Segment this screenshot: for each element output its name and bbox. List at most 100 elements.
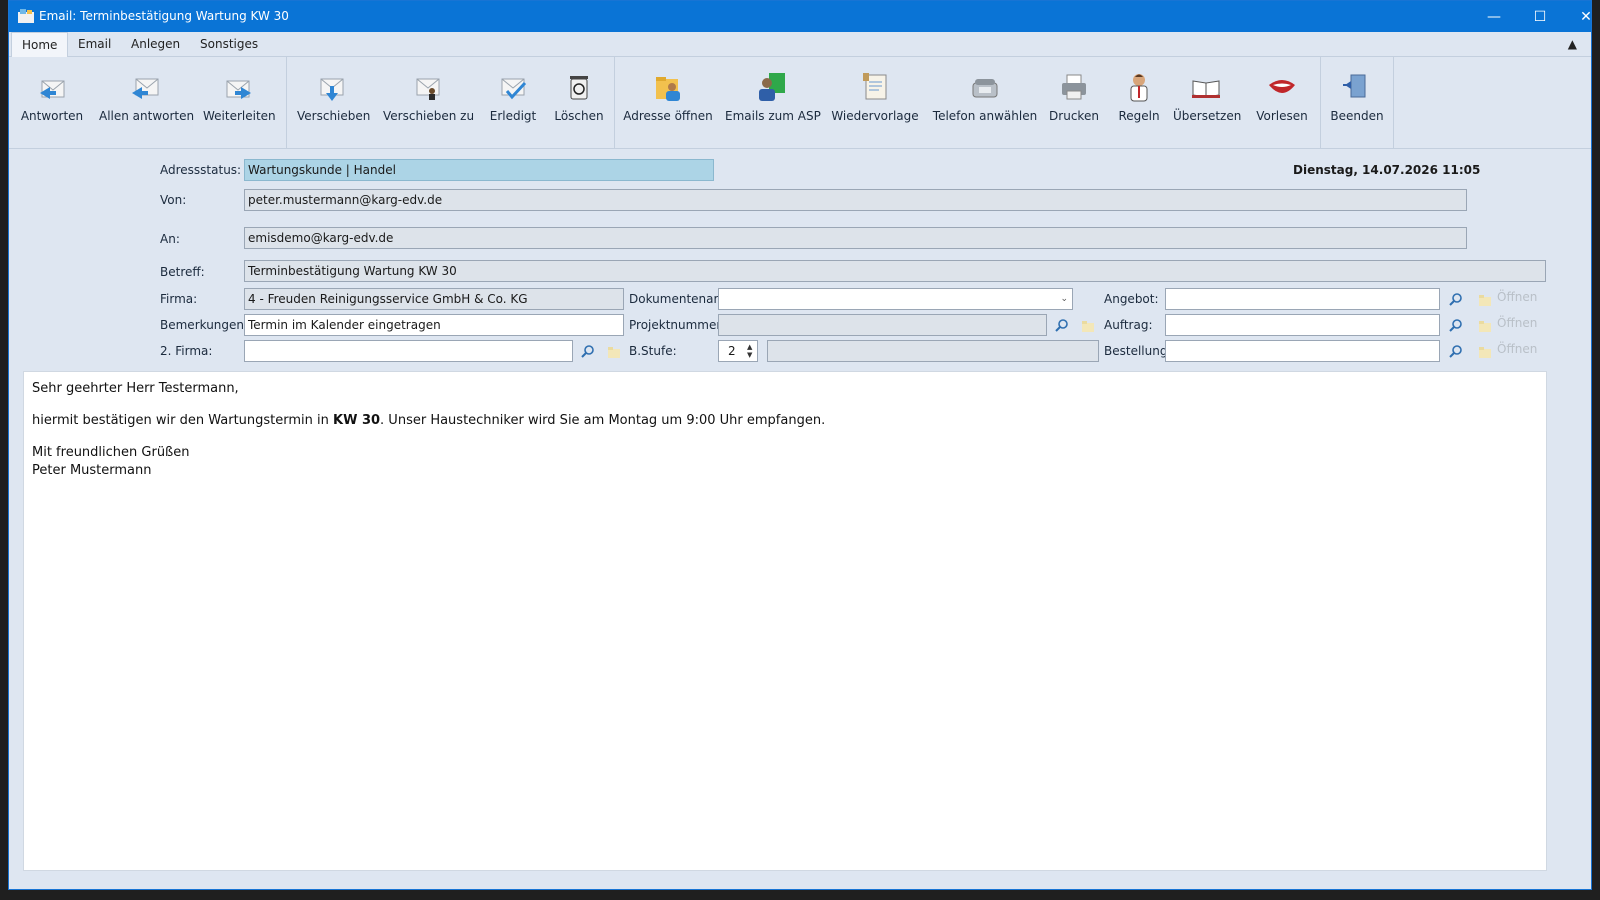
bestellung-label: Bestellung:: [1104, 344, 1172, 358]
email-window: Email: Terminbestätigung Wartung KW 30 —…: [8, 0, 1592, 890]
adressstatus-label: Adressstatus:: [160, 163, 242, 177]
translate-icon: [1192, 80, 1220, 98]
remarks-field[interactable]: Termin im Kalender eingetragen: [244, 314, 624, 336]
phone-icon: [972, 79, 998, 98]
close-button[interactable]: ✕: [1563, 1, 1592, 32]
print-label: Drucken: [1049, 109, 1099, 123]
tab-email[interactable]: Email: [68, 32, 121, 57]
closing-text: Mit freundlichen Grüßen: [32, 445, 190, 460]
resubmission-button[interactable]: Wiedervorlage: [831, 71, 919, 131]
emails-to-asp-button[interactable]: Emails zum ASP: [725, 71, 821, 131]
app-icon: [18, 9, 34, 23]
delete-button[interactable]: Löschen: [552, 71, 606, 131]
stepper-arrows-icon[interactable]: ▲ ▼: [747, 343, 755, 359]
search-icon[interactable]: [1449, 318, 1463, 332]
translate-button[interactable]: Übersetzen: [1173, 71, 1242, 131]
company-field[interactable]: 4 - Freuden Reinigungsservice GmbH & Co.…: [244, 288, 624, 310]
search-icon[interactable]: [1055, 318, 1069, 332]
move-to-label: Verschieben zu: [383, 109, 475, 123]
folder-icon: [1479, 347, 1491, 358]
folder-icon: [608, 347, 620, 358]
resubmission-label: Wiedervorlage: [831, 109, 919, 123]
folder-icon: [1479, 321, 1491, 332]
open-address-label: Adresse öffnen: [623, 109, 713, 123]
contacts-icon: [759, 73, 785, 101]
message-body[interactable]: Sehr geehrter Herr Testermann, hiermit b…: [23, 371, 1547, 871]
firma-label: Firma:: [160, 292, 198, 306]
to-field[interactable]: emisdemo@karg-edv.de: [244, 227, 1467, 249]
dial-phone-button[interactable]: Telefon anwählen: [929, 71, 1041, 131]
printer-icon: [1062, 74, 1086, 100]
move-button[interactable]: Verschieben: [297, 71, 370, 131]
from-field[interactable]: peter.mustermann@karg-edv.de: [244, 189, 1467, 211]
emails-to-asp-label: Emails zum ASP: [725, 109, 821, 123]
exit-button[interactable]: Beenden: [1329, 71, 1385, 131]
open-address-button[interactable]: Adresse öffnen: [623, 71, 713, 131]
title-bar: Email: Terminbestätigung Wartung KW 30 —…: [9, 1, 1591, 32]
auftrag-label: Auftrag:: [1104, 318, 1153, 332]
calendar-icon: [863, 73, 887, 100]
move-icon: [320, 78, 344, 101]
address-icon: [656, 77, 680, 101]
search-icon[interactable]: [1449, 292, 1463, 306]
minimize-button[interactable]: —: [1471, 1, 1517, 32]
received-datetime: Dienstag, 14.07.2026 11:05: [1293, 163, 1481, 177]
print-button[interactable]: Drucken: [1045, 71, 1103, 131]
move-to-button[interactable]: Verschieben zu: [383, 71, 475, 131]
order-field[interactable]: [1165, 314, 1440, 336]
reply-all-label: Allen antworten: [99, 109, 195, 123]
subject-field[interactable]: Terminbestätigung Wartung KW 30: [244, 260, 1546, 282]
tab-home[interactable]: Home: [11, 32, 69, 58]
read-aloud-button[interactable]: Vorlesen: [1253, 71, 1311, 131]
exit-label: Beenden: [1330, 109, 1384, 123]
open-purchase-order-link[interactable]: Öffnen: [1497, 342, 1537, 356]
forward-button[interactable]: Weiterleiten: [203, 71, 276, 131]
ribbon: Antworten Allen antworten Weiterleiten V…: [9, 57, 1591, 149]
rules-button[interactable]: Regeln: [1115, 71, 1163, 131]
ribbon-separator: [1393, 57, 1394, 149]
maximize-button[interactable]: ☐: [1517, 1, 1563, 32]
trash-icon: [570, 76, 588, 100]
second-company-field[interactable]: [244, 340, 573, 362]
collapse-ribbon-icon[interactable]: ▲: [1568, 37, 1577, 51]
project-number-field[interactable]: [718, 314, 1047, 336]
search-icon[interactable]: [581, 344, 595, 358]
document-type-select[interactable]: ⌄: [718, 288, 1073, 310]
open-order-link[interactable]: Öffnen: [1497, 316, 1537, 330]
betreff-label: Betreff:: [160, 265, 205, 279]
reply-icon: [40, 80, 65, 99]
signature-text: Peter Mustermann: [32, 463, 152, 478]
bstufe-description-field: [767, 340, 1099, 362]
email-header-form: Adressstatus: Wartungskunde | Handel Die…: [9, 149, 1591, 371]
done-button[interactable]: Erledigt: [483, 71, 543, 131]
done-label: Erledigt: [489, 109, 537, 123]
purchase-order-field[interactable]: [1165, 340, 1440, 362]
tab-sonstiges[interactable]: Sonstiges: [190, 32, 268, 57]
ribbon-separator: [286, 57, 287, 149]
bstufe-label: B.Stufe:: [629, 344, 677, 358]
angebot-label: Angebot:: [1104, 292, 1159, 306]
reply-label: Antworten: [20, 109, 84, 123]
rules-label: Regeln: [1118, 109, 1160, 123]
chevron-down-icon: ⌄: [1060, 294, 1068, 304]
search-icon[interactable]: [1449, 344, 1463, 358]
ribbon-separator: [614, 57, 615, 149]
forward-icon: [226, 80, 251, 99]
offer-field[interactable]: [1165, 288, 1440, 310]
tab-anlegen[interactable]: Anlegen: [121, 32, 190, 57]
rules-icon: [1130, 74, 1148, 102]
read-aloud-label: Vorlesen: [1256, 109, 1308, 123]
reply-all-icon: [132, 78, 159, 99]
bstufe-value: 2: [728, 344, 736, 358]
done-icon: [501, 78, 527, 100]
exit-icon: [1343, 74, 1366, 98]
reply-all-button[interactable]: Allen antworten: [99, 71, 195, 131]
bstufe-stepper[interactable]: 2 ▲ ▼: [718, 340, 758, 362]
open-offer-link[interactable]: Öffnen: [1497, 290, 1537, 304]
adressstatus-field: Wartungskunde | Handel: [244, 159, 714, 181]
forward-label: Weiterleiten: [203, 109, 276, 123]
close-icon: ✕: [1580, 8, 1592, 25]
reply-button[interactable]: Antworten: [17, 71, 87, 131]
translate-label: Übersetzen: [1173, 109, 1242, 123]
minimize-icon: —: [1487, 8, 1501, 25]
